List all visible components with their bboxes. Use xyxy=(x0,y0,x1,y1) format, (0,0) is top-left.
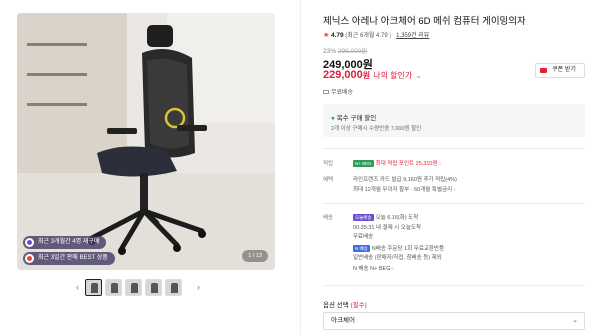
rating-score: 4.79 xyxy=(330,32,344,39)
card-benefit-line1: 라인프렌즈 카드 발급 9,160원 추가 적립(4%) xyxy=(353,177,457,183)
product-page: 최근 3개월간 4명 재구매 최근 3일간 판매 BEST 상품 1 / 13 … xyxy=(0,0,600,335)
chevron-down-icon: ⌄ xyxy=(572,317,578,324)
card-benefit-line2-text: 최대 12개월 무이자 할부 · 60개월 특별금리 xyxy=(353,187,453,193)
option-required: (필수) xyxy=(350,302,367,309)
discount-rate: 23% xyxy=(323,48,337,55)
thumbnail[interactable] xyxy=(165,279,182,296)
delivery-nshipping: N 배송 N배송 주문당 1회 무료교환반품 xyxy=(353,244,445,253)
product-title: 제닉스 아레나 아크체어 6D 메쉬 컴퓨터 게이밍의자 xyxy=(323,16,526,27)
option-label: 옵션 선택 (필수) xyxy=(323,299,367,309)
star-icon: ★ xyxy=(323,32,330,39)
option-selected-value: 아크체어 xyxy=(331,317,355,324)
rating-row: ★ 4.79 (최근 6개월 4.79 ) 1,359건 리뷰 xyxy=(323,30,429,39)
coupon-icon xyxy=(540,68,547,73)
multi-discount-title-text: 복수 구매 할인 xyxy=(336,115,377,122)
n-delivery-tag: N 배송 xyxy=(353,245,370,253)
multi-discount-subtitle: 2개 이상 구매시 수량만큼 7,000원 할인 xyxy=(331,126,422,132)
divider xyxy=(323,285,585,286)
product-main-image[interactable]: 최근 3개월간 4명 재구매 최근 3일간 판매 BEST 상품 1 / 13 xyxy=(17,13,275,270)
chair-photo xyxy=(17,13,275,270)
original-price: 299,000원 xyxy=(337,48,368,55)
chevron-right-icon: › xyxy=(392,266,394,272)
thumbnail[interactable] xyxy=(145,279,162,296)
delivery-date: 오늘 6.16(화) 도착 xyxy=(375,215,419,221)
chevron-right-icon[interactable]: › xyxy=(197,282,205,292)
delivery-exception: 일반배송 (판매자/직접, 참배송 등) 제외 xyxy=(353,255,442,261)
thumbnail[interactable] xyxy=(105,279,122,296)
points-value[interactable]: N+ BEG 최대 적립 포인트 25,310원 › xyxy=(353,159,441,168)
bestseller-icon xyxy=(25,254,34,263)
info-icon[interactable]: ) xyxy=(389,33,391,39)
delivery-free: 무료배송 xyxy=(353,234,374,240)
chevron-down-icon: ⌄ xyxy=(415,71,422,80)
free-shipping-row: 무료배송 xyxy=(323,87,353,96)
benefit-label: 혜택 xyxy=(323,177,334,183)
points-label: 적립 xyxy=(323,161,334,167)
multi-purchase-discount: ● 복수 구매 할인 2개 이상 구매시 수량만큼 7,000원 할인 xyxy=(323,104,585,137)
chevron-left-icon[interactable]: ‹ xyxy=(76,282,84,292)
delivery-label: 배송 xyxy=(323,215,334,221)
multi-discount-title: ● 복수 구매 할인 xyxy=(331,112,376,122)
divider xyxy=(323,203,585,204)
delivery-tags[interactable]: N 배송 N+ BEG › xyxy=(353,264,394,272)
delivery-tags-text: N 배송 N+ BEG xyxy=(353,266,391,272)
column-divider xyxy=(300,0,301,335)
delivery-countdown: 00:35:31 내 결제 시 오늘도착 xyxy=(353,225,422,231)
delivery-today: 오늘배송 오늘 6.16(화) 도착 xyxy=(353,213,419,222)
divider xyxy=(323,148,585,149)
thumbnail[interactable] xyxy=(125,279,142,296)
repurchase-badge-text: 최근 3개월간 4명 재구매 xyxy=(38,239,100,245)
chevron-right-icon: › xyxy=(453,187,456,193)
rating-detail: (최근 6개월 4.79 xyxy=(345,33,388,39)
free-shipping-text: 무료배송 xyxy=(331,90,354,96)
repurchase-badge: 최근 3개월간 4명 재구매 xyxy=(23,236,107,249)
my-price-value: 229,000 xyxy=(323,69,363,81)
thumbnail[interactable] xyxy=(85,279,102,296)
coupon-button-label: 쿠폰 받기 xyxy=(552,67,576,73)
image-counter: 1 / 13 xyxy=(242,250,268,262)
nshipping-text: N배송 주문당 1회 무료교환반품 xyxy=(371,246,445,252)
review-count-link[interactable]: 1,359건 리뷰 xyxy=(396,33,429,39)
my-price-label: 나의 할인가 xyxy=(373,71,413,80)
my-price-unit: 원 xyxy=(362,71,371,80)
thumbnail-strip xyxy=(85,279,182,296)
discount-row: 23% 299,000원 xyxy=(323,45,367,55)
points-tag: N+ BEG xyxy=(353,160,374,168)
bestseller-badge-text: 최근 3일간 판매 BEST 상품 xyxy=(38,255,108,261)
repurchase-icon xyxy=(25,238,34,247)
option-select[interactable]: 아크체어 ⌄ xyxy=(323,312,585,330)
truck-icon xyxy=(323,90,329,95)
points-text: 최대 적립 포인트 25,310원 xyxy=(375,161,438,167)
today-delivery-tag: 오늘배송 xyxy=(353,214,374,222)
chevron-right-icon: › xyxy=(439,161,441,167)
my-discount-price[interactable]: 229,000원 나의 할인가 ⌄ xyxy=(323,69,422,81)
bestseller-badge: 최근 3일간 판매 BEST 상품 xyxy=(23,252,115,265)
card-benefit-line2[interactable]: 최대 12개월 무이자 할부 · 60개월 특별금리 › xyxy=(353,185,456,193)
coupon-button[interactable]: 쿠폰 받기 xyxy=(535,63,585,78)
discount-icon: ● xyxy=(331,115,335,122)
option-label-text: 옵션 선택 xyxy=(323,302,349,309)
